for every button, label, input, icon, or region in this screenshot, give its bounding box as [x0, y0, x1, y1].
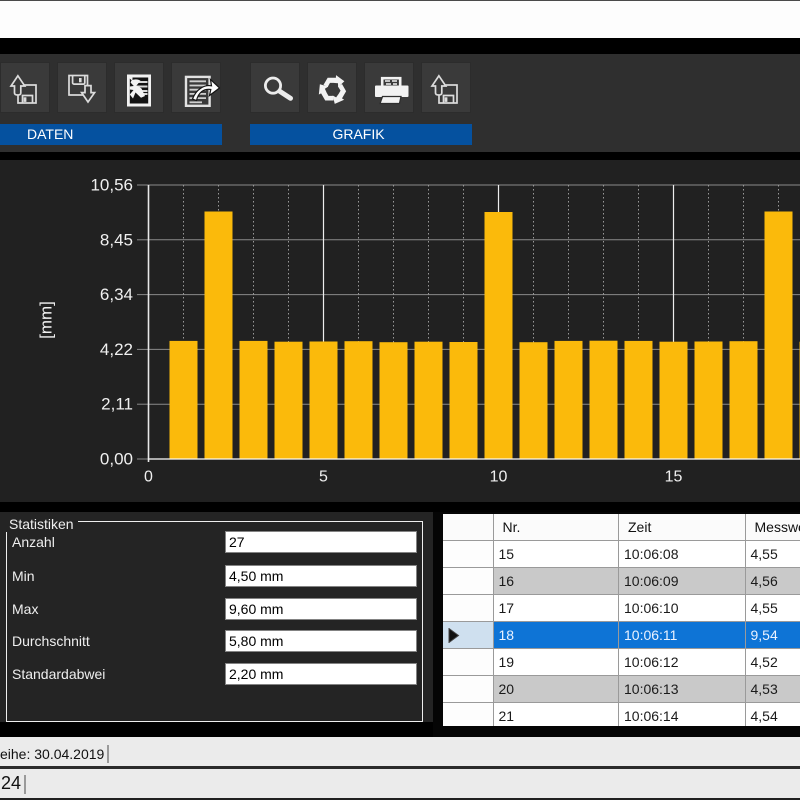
svg-text:[mm]: [mm]	[37, 301, 56, 339]
svg-text:10,56: 10,56	[90, 176, 133, 195]
svg-text:4,22: 4,22	[100, 340, 133, 359]
svg-text:5: 5	[319, 469, 328, 486]
svg-text:10: 10	[490, 469, 508, 486]
svg-text:0,00: 0,00	[100, 450, 133, 469]
svg-text:2,11: 2,11	[101, 395, 133, 414]
svg-text:6,34: 6,34	[100, 285, 133, 304]
svg-text:15: 15	[665, 469, 683, 486]
svg-text:8,45: 8,45	[100, 230, 133, 249]
svg-text:0: 0	[144, 469, 153, 486]
